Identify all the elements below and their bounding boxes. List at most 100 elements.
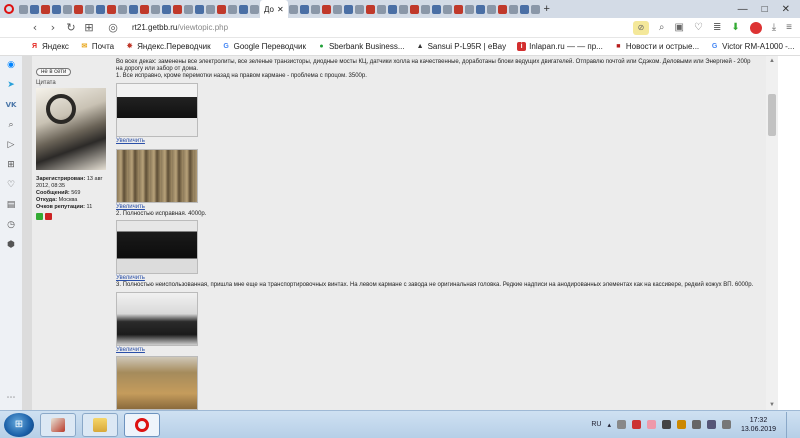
heart-icon[interactable]: ♡: [6, 180, 17, 191]
tab[interactable]: [118, 4, 127, 14]
tab[interactable]: [74, 4, 83, 14]
scroll-down-icon[interactable]: ▼: [766, 400, 778, 410]
telegram-icon[interactable]: ➤: [6, 80, 17, 91]
scrollbar-thumb[interactable]: [768, 94, 776, 136]
taskbar-app-explorer[interactable]: [82, 412, 118, 437]
speed-dial-icon[interactable]: ⊞: [80, 21, 98, 34]
site-info-icon[interactable]: ◎: [104, 21, 122, 34]
tray-app-icon[interactable]: [676, 420, 686, 429]
reload-button[interactable]: ↻: [62, 21, 80, 34]
history-icon[interactable]: ◷: [6, 220, 17, 231]
tab[interactable]: [85, 4, 94, 14]
tab[interactable]: [129, 4, 138, 14]
reputation-plus-icon[interactable]: [36, 213, 43, 220]
download-manager-icon[interactable]: ⬇: [731, 22, 739, 33]
bookmark-victor[interactable]: G Victor RM-A1000 -...: [710, 42, 795, 51]
active-tab[interactable]: До ✕: [260, 0, 288, 18]
close-window-button[interactable]: ✕: [782, 4, 790, 15]
clock[interactable]: 17:32 13.06.2019: [741, 416, 776, 434]
tab[interactable]: [239, 4, 248, 14]
tray-app-icon[interactable]: [631, 420, 641, 429]
extensions-icon[interactable]: ⬢: [6, 240, 17, 251]
enlarge-link[interactable]: Увеличить: [116, 347, 756, 354]
tray-app-icon[interactable]: [661, 420, 671, 429]
tab[interactable]: [442, 4, 452, 14]
tab[interactable]: [184, 4, 193, 14]
photo-thumbnail[interactable]: [116, 355, 198, 410]
bookmark-yandex-translate[interactable]: ✸ Яндекс.Переводчик: [125, 42, 211, 51]
tab[interactable]: [530, 4, 540, 14]
bookmark-mail[interactable]: ✉ Почта: [80, 42, 114, 51]
scroll-up-icon[interactable]: ▲: [766, 56, 778, 66]
tab[interactable]: [173, 4, 182, 14]
photo-thumbnail[interactable]: [116, 291, 198, 346]
tab[interactable]: [519, 4, 529, 14]
news-icon[interactable]: ▤: [6, 200, 17, 211]
page-scrollbar[interactable]: ▲ ▼: [766, 56, 778, 410]
taskbar-app-mail[interactable]: [40, 412, 76, 437]
downloads-icon[interactable]: ⤓: [772, 22, 776, 33]
tab[interactable]: [475, 4, 485, 14]
enlarge-link[interactable]: Увеличить: [116, 138, 756, 145]
bookmark-ebay[interactable]: ▲ Sansui P-L95R | eBay: [416, 42, 507, 51]
reputation-minus-icon[interactable]: [45, 213, 52, 220]
search-icon[interactable]: ⌕: [659, 22, 665, 33]
url-field[interactable]: rt21.getbb.ru /viewtopic.php: [132, 23, 228, 32]
new-tab-button[interactable]: +: [541, 3, 553, 15]
bookmark-google-translate[interactable]: G Google Переводчик: [222, 42, 306, 51]
tab[interactable]: [228, 4, 237, 14]
tray-app-icon[interactable]: [691, 420, 701, 429]
bookmark-sberbank[interactable]: ● Sberbank Business...: [317, 42, 404, 51]
tab[interactable]: [332, 4, 342, 14]
more-icon[interactable]: ⋯: [6, 393, 17, 404]
language-indicator[interactable]: RU: [591, 421, 601, 428]
tab[interactable]: [310, 4, 320, 14]
messenger-icon[interactable]: ◉: [6, 60, 17, 71]
tab[interactable]: [30, 4, 39, 14]
tab[interactable]: [486, 4, 496, 14]
tab[interactable]: [63, 4, 72, 14]
photo-thumbnail[interactable]: [116, 148, 198, 203]
tab[interactable]: [162, 4, 171, 14]
network-icon[interactable]: [706, 420, 716, 429]
tab[interactable]: [409, 4, 419, 14]
volume-icon[interactable]: [721, 420, 731, 429]
tab[interactable]: [19, 4, 28, 14]
enlarge-link[interactable]: Увеличить: [116, 204, 756, 211]
tray-expand-icon[interactable]: ▴: [607, 421, 611, 429]
tab[interactable]: [420, 4, 430, 14]
tab[interactable]: [387, 4, 397, 14]
vk-icon[interactable]: VK: [6, 100, 17, 111]
tray-app-icon[interactable]: [646, 420, 656, 429]
send-icon[interactable]: ▷: [6, 140, 17, 151]
photo-thumbnail[interactable]: [116, 82, 198, 137]
tab[interactable]: [250, 4, 259, 14]
tab[interactable]: [354, 4, 364, 14]
tab[interactable]: [96, 4, 105, 14]
camera-icon[interactable]: ▣: [675, 22, 684, 33]
start-button[interactable]: ⊞: [4, 412, 34, 437]
tab[interactable]: [217, 4, 226, 14]
tab[interactable]: [52, 4, 61, 14]
tab[interactable]: [365, 4, 375, 14]
opera-menu-icon[interactable]: [0, 0, 18, 18]
back-button[interactable]: ‹: [26, 21, 44, 34]
vpn-icon[interactable]: ⊘: [632, 20, 649, 35]
tab[interactable]: [321, 4, 331, 14]
tray-app-icon[interactable]: [616, 420, 626, 429]
close-tab-icon[interactable]: ✕: [277, 5, 284, 14]
tab[interactable]: [398, 4, 408, 14]
tab[interactable]: [431, 4, 441, 14]
tab[interactable]: [497, 4, 507, 14]
forward-button[interactable]: ›: [44, 21, 62, 34]
tab[interactable]: [206, 4, 215, 14]
quote-link[interactable]: Цитата: [36, 80, 112, 86]
tab[interactable]: [453, 4, 463, 14]
tab[interactable]: [376, 4, 386, 14]
show-desktop-button[interactable]: [786, 411, 794, 438]
tab[interactable]: [288, 4, 298, 14]
minimize-button[interactable]: —: [738, 4, 748, 15]
bookmark-yandex[interactable]: Я Яндекс: [30, 42, 69, 51]
menu-icon[interactable]: ≣: [713, 22, 721, 33]
tab[interactable]: [508, 4, 518, 14]
